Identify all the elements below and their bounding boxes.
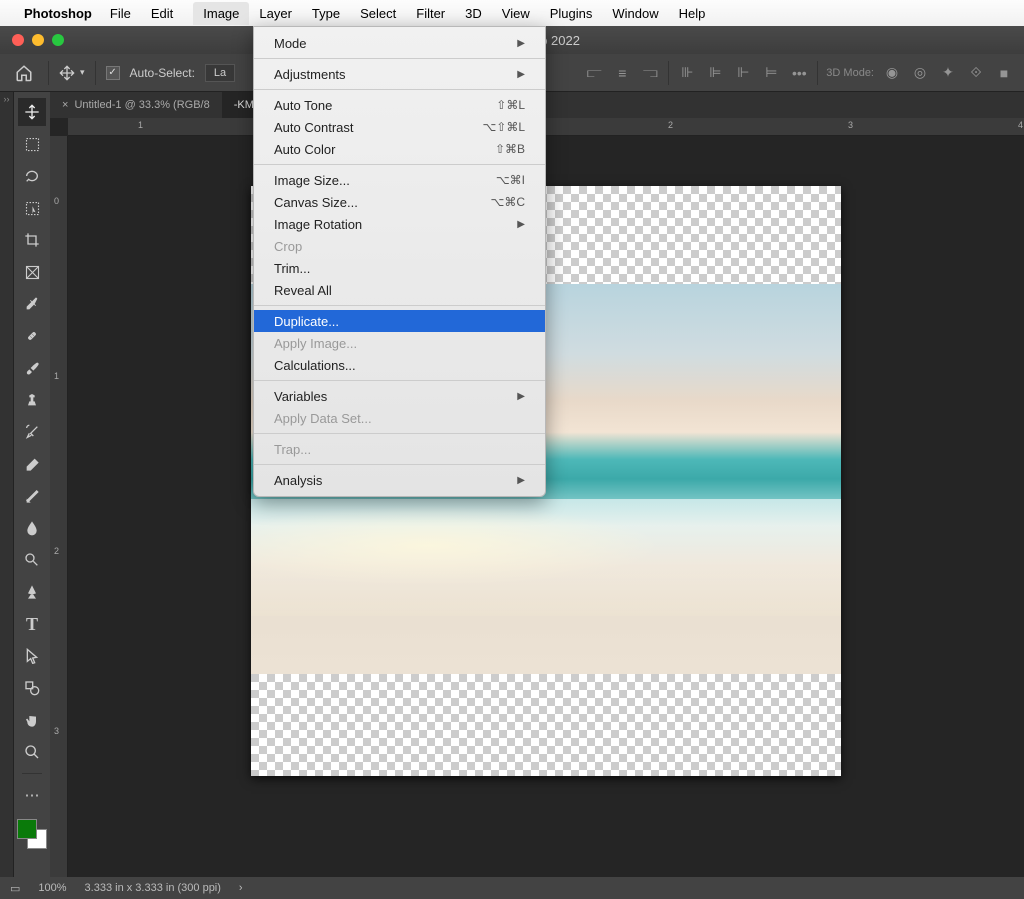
minimize-window[interactable] [32, 34, 44, 46]
3d-mode-label: 3D Mode: [826, 67, 874, 79]
align-center-icon[interactable]: ≡ [612, 63, 632, 83]
object-select-tool[interactable] [18, 194, 46, 222]
menu-mode[interactable]: Mode▶ [254, 32, 545, 54]
menu-image[interactable]: Image [193, 2, 249, 25]
align-left-icon[interactable]: ⫍ [584, 63, 604, 83]
move-tool[interactable] [18, 98, 46, 126]
marquee-tool[interactable] [18, 130, 46, 158]
more-icon[interactable]: ••• [789, 63, 809, 83]
distribute-2-icon[interactable]: ⊫ [705, 63, 725, 83]
menu-auto-color[interactable]: Auto Color⇧⌘B [254, 138, 545, 160]
menu-duplicate[interactable]: Duplicate... [254, 310, 545, 332]
pen-tool[interactable] [18, 578, 46, 606]
horizontal-ruler[interactable]: 1 2 3 4 [68, 118, 1024, 136]
menu-help[interactable]: Help [679, 6, 706, 21]
status-chevron-icon[interactable]: › [239, 882, 243, 894]
status-bar: ▭ 100% 3.333 in x 3.333 in (300 ppi) › [0, 877, 1024, 899]
menu-filter[interactable]: Filter [416, 6, 445, 21]
menu-window[interactable]: Window [612, 6, 658, 21]
hand-tool[interactable] [18, 706, 46, 734]
blur-tool[interactable] [18, 514, 46, 542]
dodge-tool[interactable] [18, 546, 46, 574]
menu-trim[interactable]: Trim... [254, 257, 545, 279]
menu-plugins[interactable]: Plugins [550, 6, 593, 21]
menu-analysis[interactable]: Analysis▶ [254, 469, 545, 491]
gradient-tool[interactable] [18, 482, 46, 510]
move-tool-mode[interactable]: ▾ [59, 65, 85, 81]
type-tool[interactable]: T [18, 610, 46, 638]
eyedropper-tool[interactable] [18, 290, 46, 318]
menu-apply-data-set: Apply Data Set... [254, 407, 545, 429]
image-menu-dropdown: Mode▶ Adjustments▶ Auto Tone⇧⌘L Auto Con… [253, 26, 546, 497]
color-swatches[interactable] [17, 819, 47, 849]
app-name[interactable]: Photoshop [24, 6, 92, 21]
menu-image-rotation[interactable]: Image Rotation▶ [254, 213, 545, 235]
3d-scale-icon[interactable]: ⟐ [966, 63, 986, 83]
menu-adjustments[interactable]: Adjustments▶ [254, 63, 545, 85]
zoom-tool[interactable] [18, 738, 46, 766]
menu-auto-contrast[interactable]: Auto Contrast⌥⇧⌘L [254, 116, 545, 138]
brush-tool[interactable] [18, 354, 46, 382]
menu-select[interactable]: Select [360, 6, 396, 21]
menu-canvas-size[interactable]: Canvas Size...⌥⌘C [254, 191, 545, 213]
menu-calculations[interactable]: Calculations... [254, 354, 545, 376]
clone-tool[interactable] [18, 386, 46, 414]
foreground-color[interactable] [17, 819, 37, 839]
document-tab-1[interactable]: × Untitled-1 @ 33.3% (RGB/8 [50, 92, 222, 118]
align-right-icon[interactable]: ⫎ [640, 63, 660, 83]
distribute-icon[interactable]: ⊪ [677, 63, 697, 83]
menu-auto-tone[interactable]: Auto Tone⇧⌘L [254, 94, 545, 116]
macos-menubar: Photoshop File Edit Image Layer Type Sel… [0, 0, 1024, 26]
lasso-tool[interactable] [18, 162, 46, 190]
menu-reveal-all[interactable]: Reveal All [254, 279, 545, 301]
menu-crop: Crop [254, 235, 545, 257]
menu-layer[interactable]: Layer [259, 6, 292, 21]
tool-panel: T ⋯ [14, 92, 50, 877]
close-window[interactable] [12, 34, 24, 46]
3d-pan-icon[interactable]: ◎ [910, 63, 930, 83]
menu-3d[interactable]: 3D [465, 6, 482, 21]
traffic-lights [0, 34, 64, 46]
menu-file[interactable]: File [110, 6, 131, 21]
maximize-window[interactable] [52, 34, 64, 46]
canvas-area[interactable] [68, 136, 1024, 877]
path-select-tool[interactable] [18, 642, 46, 670]
document-dimensions[interactable]: 3.333 in x 3.333 in (300 ppi) [85, 882, 221, 894]
frame-tool[interactable] [18, 258, 46, 286]
menu-view[interactable]: View [502, 6, 530, 21]
menu-trap: Trap... [254, 438, 545, 460]
menu-apply-image: Apply Image... [254, 332, 545, 354]
auto-select-dropdown[interactable]: La [205, 64, 235, 82]
eraser-tool[interactable] [18, 450, 46, 478]
crop-tool[interactable] [18, 226, 46, 254]
3d-camera-icon[interactable]: ■ [994, 63, 1014, 83]
menu-image-size[interactable]: Image Size...⌥⌘I [254, 169, 545, 191]
home-icon[interactable] [10, 59, 38, 87]
distribute-3-icon[interactable]: ⊩ [733, 63, 753, 83]
3d-orbit-icon[interactable]: ◉ [882, 63, 902, 83]
close-tab-icon[interactable]: × [62, 99, 68, 111]
edit-toolbar[interactable]: ⋯ [18, 781, 46, 809]
status-panel-icon[interactable]: ▭ [10, 882, 20, 895]
auto-select-label: Auto-Select: [130, 66, 195, 80]
auto-select-checkbox[interactable]: ✓ [106, 66, 120, 80]
history-brush-tool[interactable] [18, 418, 46, 446]
tab-label: Untitled-1 @ 33.3% (RGB/8 [74, 99, 209, 111]
zoom-level[interactable]: 100% [38, 882, 66, 894]
menu-edit[interactable]: Edit [151, 6, 173, 21]
panel-collapse-strip[interactable]: ›› [0, 92, 14, 877]
menu-type[interactable]: Type [312, 6, 340, 21]
distribute-4-icon[interactable]: ⊨ [761, 63, 781, 83]
3d-roll-icon[interactable]: ✦ [938, 63, 958, 83]
vertical-ruler[interactable]: 0 1 2 3 [50, 136, 68, 877]
shape-tool[interactable] [18, 674, 46, 702]
heal-tool[interactable] [18, 322, 46, 350]
menu-variables[interactable]: Variables▶ [254, 385, 545, 407]
